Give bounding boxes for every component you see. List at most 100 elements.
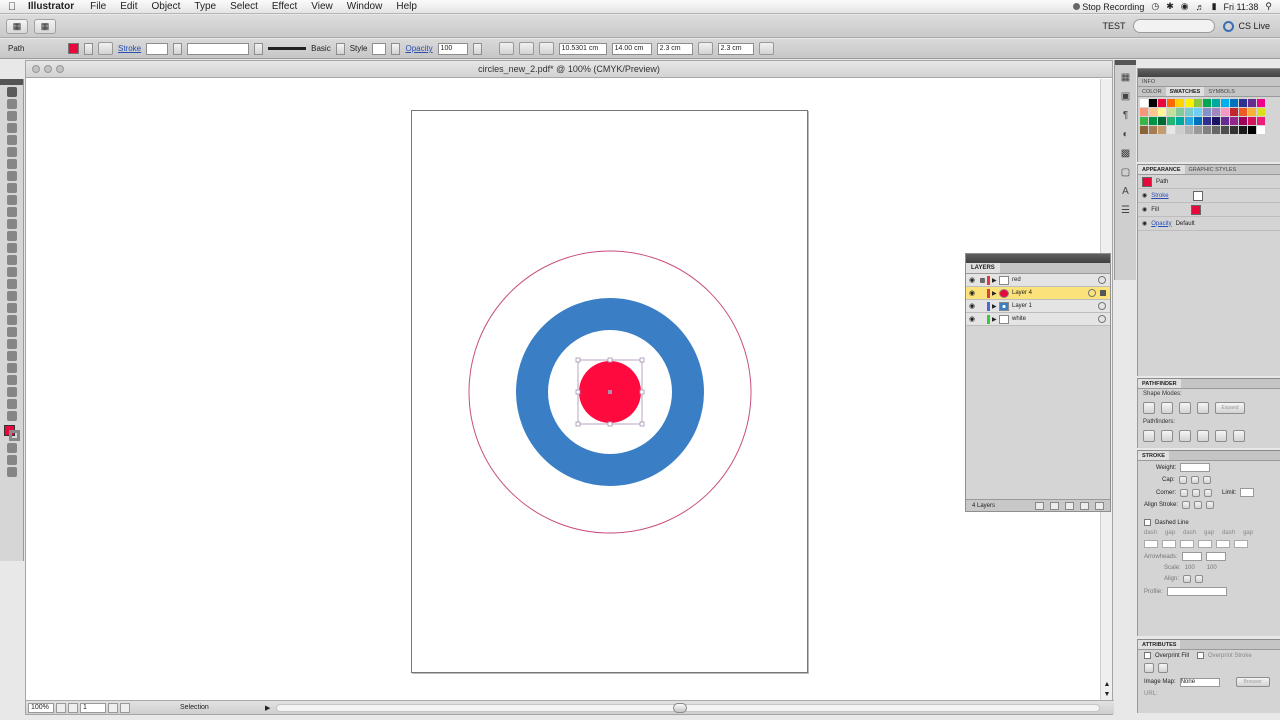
menu-type[interactable]: Type: [187, 1, 223, 12]
volume-icon[interactable]: ♬: [1196, 2, 1205, 12]
fill-swatch[interactable]: [68, 43, 79, 54]
swatch[interactable]: [1257, 126, 1265, 134]
handle-bottom-center[interactable]: [607, 421, 613, 427]
variable-width-field[interactable]: [187, 42, 250, 55]
swatch[interactable]: [1176, 108, 1184, 116]
layer-row[interactable]: ◉ ▶ Layer 4: [966, 287, 1110, 300]
swatch[interactable]: [1221, 117, 1229, 125]
swatch[interactable]: [1149, 108, 1157, 116]
swatch[interactable]: [1239, 108, 1247, 116]
swatch[interactable]: [1158, 126, 1166, 134]
x-field[interactable]: 10.5301 cm: [558, 42, 607, 55]
dash-field-2[interactable]: [1180, 540, 1194, 548]
swatch[interactable]: [1167, 126, 1175, 134]
target-icon[interactable]: [1088, 289, 1096, 297]
swatch[interactable]: [1239, 126, 1247, 134]
paintbrush-tool-icon[interactable]: [6, 183, 17, 193]
layer-name[interactable]: white: [1012, 316, 1098, 322]
perspective-grid-tool-icon[interactable]: [6, 291, 17, 301]
visibility-eye-icon[interactable]: ◉: [966, 315, 978, 323]
visibility-eye-icon[interactable]: ◉: [966, 289, 978, 297]
swatch[interactable]: [1140, 117, 1148, 125]
free-transform-tool-icon[interactable]: [6, 267, 17, 277]
swatch[interactable]: [1203, 126, 1211, 134]
slice-tool-icon[interactable]: [6, 387, 17, 397]
swatch[interactable]: [1185, 126, 1193, 134]
swatch[interactable]: [1185, 108, 1193, 116]
no-stroke-swatch[interactable]: [1192, 190, 1203, 201]
layer-row[interactable]: ◉ ▶ white: [966, 313, 1110, 326]
start-arrowhead-field[interactable]: [1181, 552, 1202, 561]
minimize-icon[interactable]: [44, 65, 52, 73]
appearance-opacity-row[interactable]: ◉ Opacity Default: [1138, 217, 1280, 231]
menu-window[interactable]: Window: [340, 1, 390, 12]
swatch[interactable]: [1257, 99, 1265, 107]
divide-icon[interactable]: [1143, 430, 1155, 442]
gradient-icon[interactable]: ▢: [1120, 167, 1132, 179]
battery-icon[interactable]: ▮: [1212, 1, 1217, 12]
artboard-tool-icon[interactable]: [6, 375, 17, 385]
tab-symbols[interactable]: SYMBOLS: [1204, 87, 1239, 96]
projecting-cap-icon[interactable]: [1202, 476, 1211, 484]
y-field[interactable]: 14.00 cm: [611, 42, 652, 55]
help-search-input[interactable]: [1133, 19, 1216, 33]
swatch[interactable]: [1194, 117, 1202, 125]
swatch[interactable]: [1167, 117, 1175, 125]
swatch[interactable]: [1203, 108, 1211, 116]
lasso-tool-icon[interactable]: [6, 123, 17, 133]
lock-toggle[interactable]: ▩: [978, 277, 987, 284]
color-guide-icon[interactable]: ▦: [1120, 72, 1132, 84]
intersect-icon[interactable]: [1179, 402, 1191, 414]
handle-mid-right[interactable]: [639, 389, 645, 395]
height-field[interactable]: 2.3 cm: [717, 42, 754, 55]
overprint-fill-checkbox[interactable]: [1144, 652, 1151, 659]
style-swatch[interactable]: [372, 42, 387, 55]
new-layer-icon[interactable]: [1080, 501, 1089, 510]
dashed-line-checkbox[interactable]: [1144, 519, 1151, 526]
tab-info[interactable]: INFO: [1138, 77, 1159, 86]
handle-bottom-left[interactable]: [575, 421, 581, 427]
wifi-icon[interactable]: ◉: [1181, 1, 1189, 12]
stroke-link[interactable]: Stroke: [118, 44, 141, 53]
menu-select[interactable]: Select: [223, 1, 265, 12]
image-map-select[interactable]: None: [1179, 677, 1220, 687]
tab-pathfinder[interactable]: PATHFINDER: [1138, 379, 1181, 388]
outline-icon[interactable]: [1215, 430, 1227, 442]
clipping-mask-icon[interactable]: [1050, 501, 1059, 510]
menu-help[interactable]: Help: [389, 1, 424, 12]
selection-tool-icon[interactable]: [6, 87, 17, 97]
delete-layer-icon[interactable]: [1095, 501, 1104, 510]
graphic-styles-icon[interactable]: ▩: [1120, 148, 1132, 160]
layer-name[interactable]: red: [1012, 277, 1098, 283]
workspace-switcher[interactable]: TEST: [1102, 21, 1125, 31]
expand-triangle-icon[interactable]: ▶: [992, 303, 999, 310]
swatch[interactable]: [1230, 126, 1238, 134]
width-tool-icon[interactable]: [6, 255, 17, 265]
layer-row[interactable]: ◉ ▶ Layer 1: [966, 300, 1110, 313]
unite-icon[interactable]: [1143, 402, 1155, 414]
appearance-opacity-link[interactable]: Opacity: [1151, 221, 1171, 227]
prev-artboard-icon[interactable]: [68, 702, 78, 713]
stop-recording[interactable]: Stop Recording: [1073, 2, 1144, 12]
expand-triangle-icon[interactable]: ▶: [992, 277, 999, 284]
swatch[interactable]: [1248, 117, 1256, 125]
merge-icon[interactable]: [1179, 430, 1191, 442]
target-icon[interactable]: [1098, 276, 1106, 284]
show-center-icon[interactable]: [1144, 663, 1154, 673]
blend-tool-icon[interactable]: [6, 339, 17, 349]
swatch[interactable]: [1194, 126, 1202, 134]
butt-cap-icon[interactable]: [1178, 476, 1187, 484]
menu-effect[interactable]: Effect: [265, 1, 304, 12]
miter-join-icon[interactable]: [1180, 488, 1189, 497]
clock[interactable]: Fri 11:38: [1224, 2, 1259, 12]
swatch[interactable]: [1248, 108, 1256, 116]
hand-tool-icon[interactable]: [6, 399, 17, 409]
artboards-icon[interactable]: ▣: [1120, 91, 1132, 103]
selected-art-indicator[interactable]: [1100, 290, 1106, 296]
target-icon[interactable]: [1098, 302, 1106, 310]
swatch[interactable]: [1158, 117, 1166, 125]
last-artboard-icon[interactable]: [120, 702, 130, 713]
stroke-swatch[interactable]: [98, 42, 113, 55]
swatch[interactable]: [1248, 126, 1256, 134]
apple-icon[interactable]: : [0, 1, 24, 13]
